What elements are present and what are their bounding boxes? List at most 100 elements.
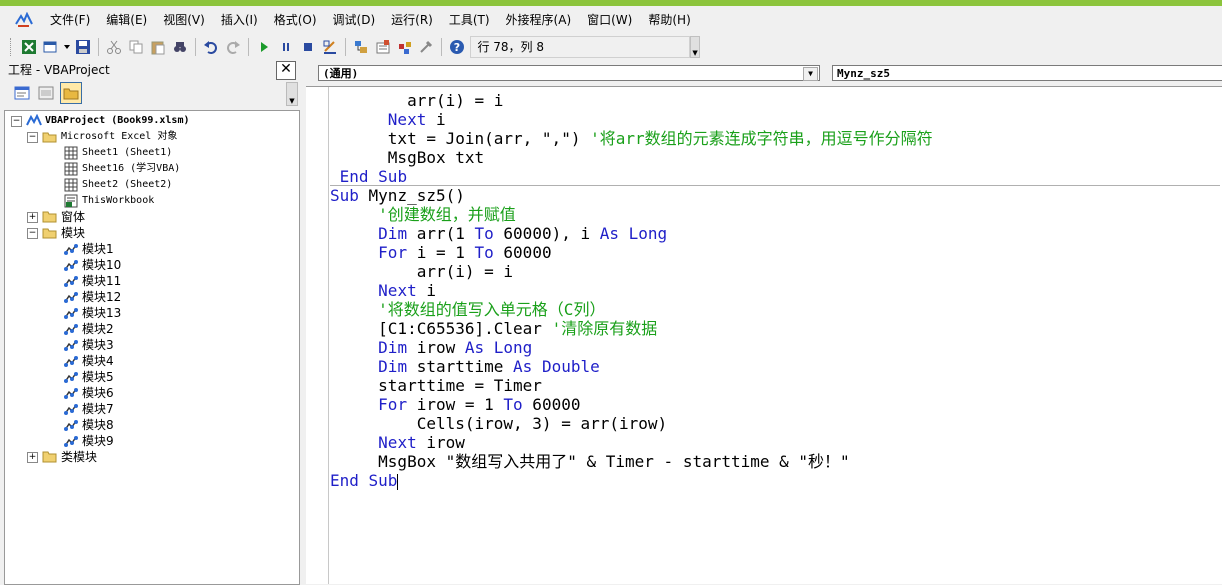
tree-node-module[interactable]: 模块2: [63, 321, 114, 337]
code-line[interactable]: arr(i) = i: [330, 91, 503, 110]
tree-node-sheet[interactable]: Sheet1 (Sheet1): [63, 145, 172, 161]
worksheet-icon: [63, 146, 79, 160]
menu-tools[interactable]: 工具(T): [441, 9, 498, 31]
menu-format[interactable]: 格式(O): [266, 9, 325, 31]
menu-file[interactable]: 文件(F): [42, 9, 98, 31]
tree-node-class-modules[interactable]: + 类模块: [27, 449, 97, 465]
module-icon: [63, 418, 79, 432]
code-line[interactable]: MsgBox "数组写入共用了" & Timer - starttime & "…: [330, 452, 850, 471]
toolbar-grip[interactable]: [10, 38, 14, 56]
tree-label: Sheet2 (Sheet2): [82, 179, 173, 190]
code-line[interactable]: Dim starttime As Double: [330, 357, 600, 376]
tree-node-module[interactable]: 模块11: [63, 273, 121, 289]
code-line[interactable]: Dim arr(1 To 60000), i As Long: [330, 224, 667, 243]
tree-node-forms[interactable]: + 窗体: [27, 209, 85, 225]
tree-node-module[interactable]: 模块10: [63, 257, 121, 273]
tree-node-module[interactable]: 模块4: [63, 353, 114, 369]
code-line[interactable]: Next i: [330, 281, 436, 300]
pause-icon[interactable]: [277, 38, 295, 56]
object-browser-icon[interactable]: [396, 38, 414, 56]
find-icon[interactable]: [171, 38, 189, 56]
chevron-down-icon[interactable]: ▼: [803, 67, 818, 81]
tree-node-module[interactable]: 模块9: [63, 433, 114, 449]
project-tree[interactable]: − VBAProject (Book99.xlsm) − Microsoft E…: [4, 110, 300, 585]
properties-window-icon[interactable]: [374, 38, 392, 56]
tree-node-module[interactable]: 模块7: [63, 401, 114, 417]
menu-view[interactable]: 视图(V): [155, 9, 213, 31]
collapse-icon[interactable]: −: [11, 115, 22, 127]
menu-addins[interactable]: 外接程序(A): [498, 9, 580, 31]
tree-node-thisworkbook[interactable]: ThisWorkbook: [63, 193, 154, 209]
code-editor[interactable]: arr(i) = i Next i txt = Join(arr, ",") '…: [306, 86, 1222, 584]
menu-insert[interactable]: 插入(I): [213, 9, 266, 31]
menu-window[interactable]: 窗口(W): [579, 9, 640, 31]
toolbox-icon[interactable]: [418, 38, 436, 56]
tree-node-module[interactable]: 模块8: [63, 417, 114, 433]
view-object-icon[interactable]: [36, 83, 56, 103]
view-code-icon[interactable]: [12, 83, 32, 103]
code-line[interactable]: Dim irow As Long: [330, 338, 532, 357]
close-icon[interactable]: ✕: [276, 61, 296, 80]
menu-debug[interactable]: 调试(D): [325, 9, 384, 31]
insert-module-icon[interactable]: [42, 38, 60, 56]
code-line[interactable]: Next irow: [330, 433, 465, 452]
code-line[interactable]: '将数组的值写入单元格（C列）: [330, 300, 605, 319]
tree-node-module[interactable]: 模块13: [63, 305, 121, 321]
project-explorer-icon[interactable]: [352, 38, 370, 56]
undo-icon[interactable]: [202, 38, 220, 56]
expand-icon[interactable]: +: [27, 211, 38, 223]
code-line[interactable]: Sub Mynz_sz5(): [330, 186, 465, 205]
tree-node-sheet[interactable]: Sheet2 (Sheet2): [63, 177, 172, 193]
project-explorer-title: 工程 - VBAProject ✕: [4, 60, 300, 80]
code-line[interactable]: For irow = 1 To 60000: [330, 395, 580, 414]
object-combo[interactable]: (通用) ▼: [318, 65, 820, 81]
code-line[interactable]: End Sub: [330, 167, 407, 186]
run-icon[interactable]: [255, 38, 273, 56]
collapse-icon[interactable]: −: [27, 227, 38, 239]
code-area[interactable]: arr(i) = i Next i txt = Join(arr, ",") '…: [330, 87, 1220, 584]
code-line[interactable]: Next i: [330, 110, 446, 129]
procedure-combo[interactable]: Mynz_sz5: [832, 65, 1222, 81]
design-mode-icon[interactable]: [321, 38, 339, 56]
tree-label: 模块5: [82, 370, 114, 384]
code-line[interactable]: For i = 1 To 60000: [330, 243, 551, 262]
tree-node-module[interactable]: 模块1: [63, 241, 114, 257]
code-line[interactable]: Cells(irow, 3) = arr(irow): [330, 414, 667, 433]
collapse-icon[interactable]: −: [27, 131, 38, 143]
margin-indicator-bar[interactable]: [306, 87, 329, 584]
tree-node-module[interactable]: 模块12: [63, 289, 121, 305]
menu-run[interactable]: 运行(R): [383, 9, 441, 31]
module-icon: [63, 370, 79, 384]
project-toolbar-options-icon[interactable]: ▼: [286, 82, 298, 106]
tree-node-module[interactable]: 模块5: [63, 369, 114, 385]
menu-help[interactable]: 帮助(H): [640, 9, 698, 31]
code-line[interactable]: MsgBox txt: [330, 148, 484, 167]
help-icon[interactable]: ?: [448, 38, 466, 56]
menu-edit[interactable]: 编辑(E): [98, 9, 155, 31]
code-line[interactable]: starttime = Timer: [330, 376, 542, 395]
code-line[interactable]: txt = Join(arr, ",") '将arr数组的元素连成字符串，用逗号…: [330, 129, 933, 148]
save-icon[interactable]: [74, 38, 92, 56]
expand-icon[interactable]: +: [27, 451, 38, 463]
insert-dropdown-icon[interactable]: [63, 38, 70, 56]
cut-icon[interactable]: [105, 38, 123, 56]
copy-icon[interactable]: [127, 38, 145, 56]
code-line[interactable]: [C1:C65536].Clear '清除原有数据: [330, 319, 657, 338]
tree-node-excel-objects[interactable]: − Microsoft Excel 对象: [27, 129, 177, 145]
tree-node-module[interactable]: 模块6: [63, 385, 114, 401]
code-line[interactable]: arr(i) = i: [330, 262, 513, 281]
tree-node-sheet[interactable]: Sheet16 (学习VBA): [63, 161, 180, 177]
worksheet-icon: [63, 178, 79, 192]
paste-icon[interactable]: [149, 38, 167, 56]
stop-icon[interactable]: [299, 38, 317, 56]
tree-node-vbaproject[interactable]: − VBAProject (Book99.xlsm): [11, 113, 190, 129]
toolbar-options-icon[interactable]: ▼: [690, 36, 701, 58]
redo-icon[interactable]: [224, 38, 242, 56]
excel-view-icon[interactable]: [20, 38, 38, 56]
code-line[interactable]: End Sub: [330, 471, 399, 490]
tree-node-module[interactable]: 模块3: [63, 337, 114, 353]
toggle-folders-icon[interactable]: [60, 82, 82, 104]
tree-node-modules[interactable]: − 模块: [27, 225, 85, 241]
code-line[interactable]: '创建数组，并赋值: [330, 205, 516, 224]
folder-open-icon: [42, 226, 58, 240]
